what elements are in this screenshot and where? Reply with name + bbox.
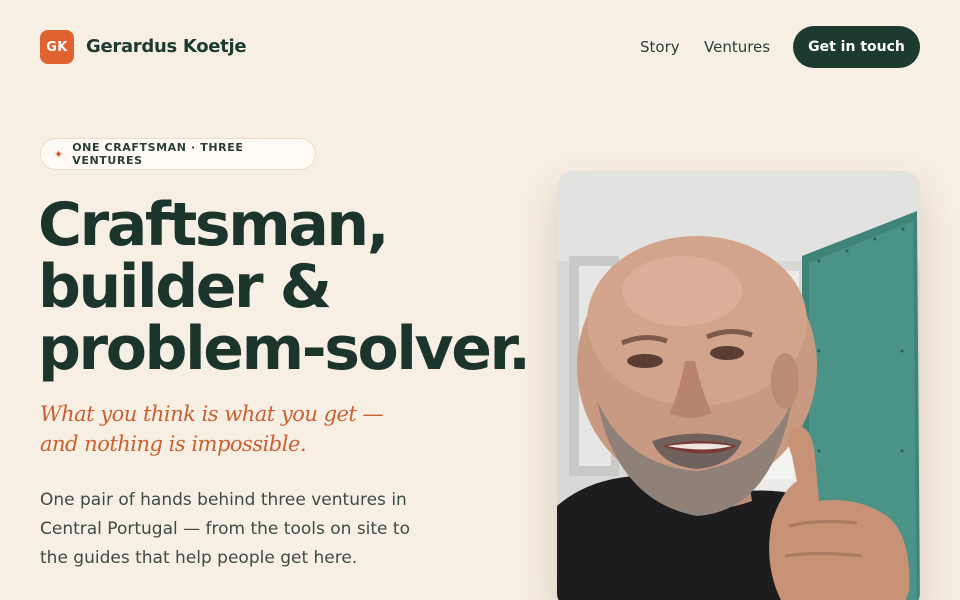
headline-line: problem-solver. [38, 314, 531, 384]
nav-link-story[interactable]: Story [640, 38, 680, 56]
headline-line: Craftsman, [38, 190, 390, 260]
site-header: GK Gerardus Koetje Story Ventures Get in… [0, 0, 960, 94]
brand-name[interactable]: Gerardus Koetje [86, 36, 247, 57]
hero-tagline: What you think is what you get — and not… [40, 402, 384, 456]
hero-lead: One pair of hands behind three ventures … [40, 490, 410, 568]
nav-link-ventures[interactable]: Ventures [704, 38, 770, 56]
eyebrow-text: ONE CRAFTSMAN · THREE VENTURES [72, 141, 244, 167]
portrait-illustration [557, 171, 920, 600]
hero-photo [557, 171, 920, 600]
get-in-touch-button[interactable]: Get in touch [793, 26, 920, 68]
eyebrow-pill: ✦ ONE CRAFTSMAN · THREE VENTURES [40, 138, 316, 170]
sparkle-icon: ✦ [54, 148, 64, 161]
hero-headline: Craftsman, builder & problem-solver. [38, 190, 531, 384]
headline-line: builder & [38, 252, 332, 322]
logo-badge[interactable]: GK [40, 30, 74, 64]
